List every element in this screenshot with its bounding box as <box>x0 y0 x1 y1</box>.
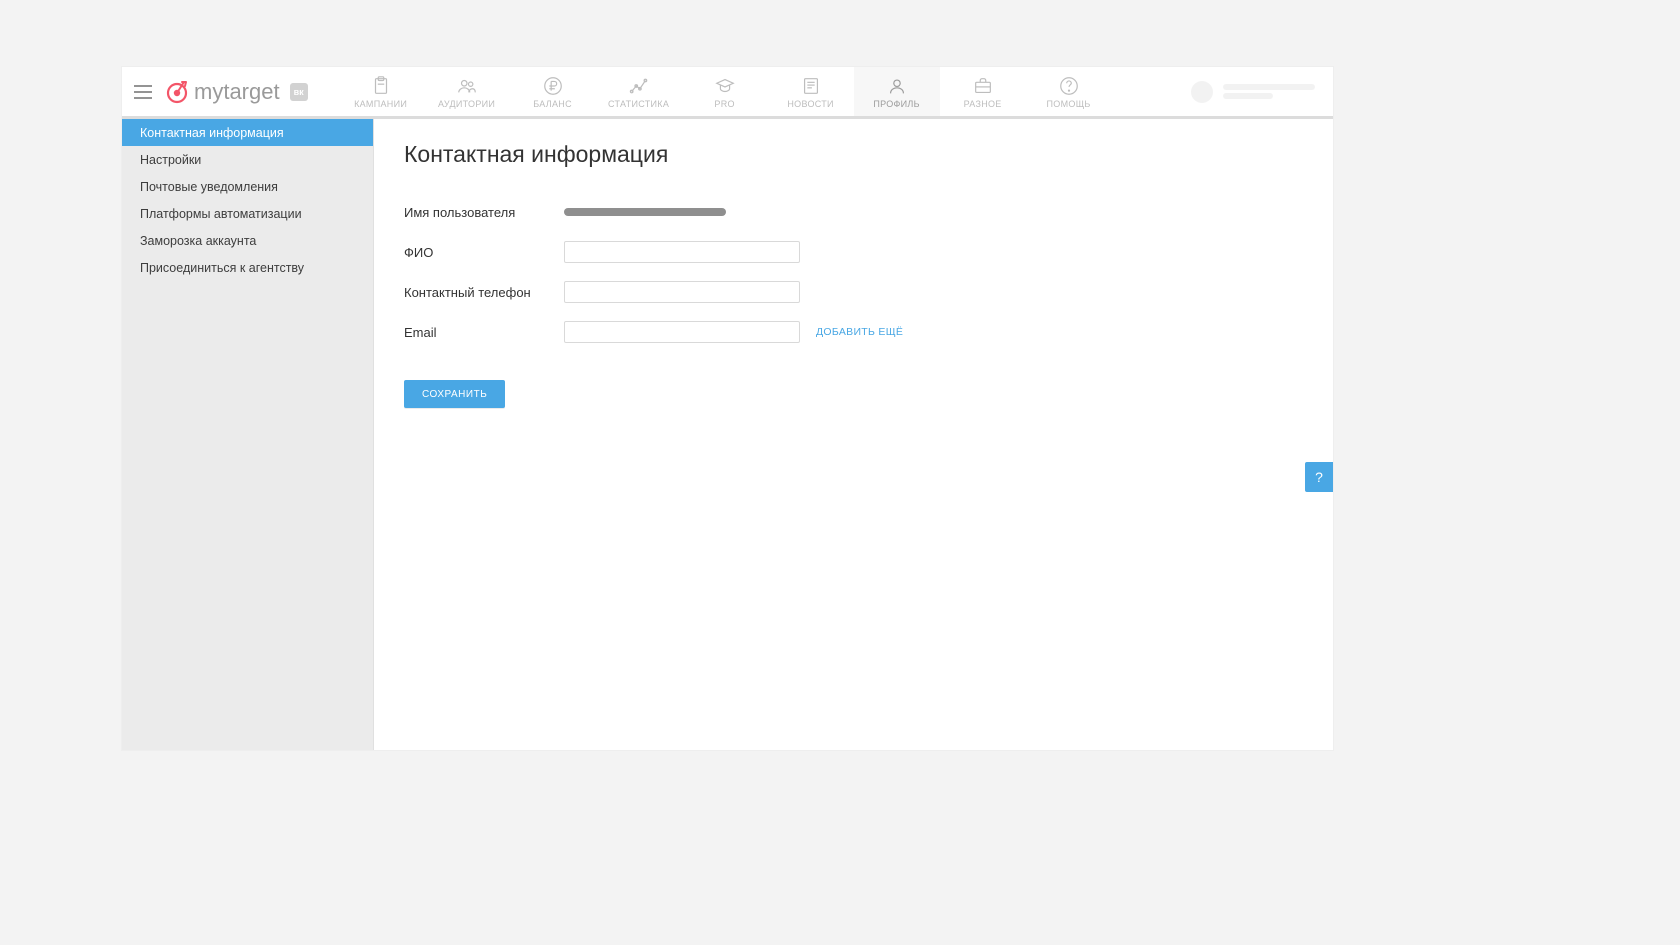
sidebar-item-automation-platforms[interactable]: Платформы автоматизации <box>122 200 373 227</box>
sidebar-item-join-agency[interactable]: Присоединиться к агентству <box>122 254 373 281</box>
row-email: Email ДОБАВИТЬ ЕЩЁ <box>404 312 1303 352</box>
phone-label: Контактный телефон <box>404 285 564 300</box>
username-label: Имя пользователя <box>404 205 564 220</box>
nav-misc[interactable]: РАЗНОЕ <box>940 67 1026 116</box>
sidebar-item-contact-info[interactable]: Контактная информация <box>122 119 373 146</box>
sidebar-item-label: Присоединиться к агентству <box>140 261 304 275</box>
fullname-label: ФИО <box>404 245 564 260</box>
sidebar-item-label: Почтовые уведомления <box>140 180 278 194</box>
email-input[interactable] <box>564 321 800 343</box>
header-left: mytarget вк <box>122 67 308 116</box>
sidebar-item-label: Платформы автоматизации <box>140 207 302 221</box>
target-icon <box>164 79 190 105</box>
help-icon <box>1058 75 1080 97</box>
graduation-icon <box>714 75 736 97</box>
app-window: mytarget вк КАМПАНИИ АУДИТОРИИ <box>122 67 1333 750</box>
nav-label: ПОМОЩЬ <box>1047 99 1091 109</box>
sidebar-item-label: Контактная информация <box>140 126 284 140</box>
ruble-icon <box>542 75 564 97</box>
email-label: Email <box>404 325 564 340</box>
sidebar-item-freeze-account[interactable]: Заморозка аккаунта <box>122 227 373 254</box>
page-title: Контактная информация <box>404 141 1303 168</box>
nav-label: АУДИТОРИИ <box>438 99 495 109</box>
nav-label: PRO <box>714 99 734 109</box>
user-menu[interactable] <box>1191 67 1333 116</box>
chart-icon <box>628 75 650 97</box>
username-value-redacted <box>564 208 726 216</box>
avatar <box>1191 81 1213 103</box>
nav-news[interactable]: НОВОСТИ <box>768 67 854 116</box>
clipboard-icon <box>370 75 392 97</box>
nav-profile[interactable]: ПРОФИЛЬ <box>854 67 940 116</box>
fullname-input[interactable] <box>564 241 800 263</box>
floating-help-button[interactable]: ? <box>1305 462 1333 492</box>
top-nav: КАМПАНИИ АУДИТОРИИ БАЛАНС СТАТИСТИКА <box>338 67 1112 116</box>
sidebar-item-label: Заморозка аккаунта <box>140 234 256 248</box>
row-username: Имя пользователя <box>404 192 1303 232</box>
nav-balance[interactable]: БАЛАНС <box>510 67 596 116</box>
hamburger-icon[interactable] <box>132 80 156 104</box>
add-more-email-link[interactable]: ДОБАВИТЬ ЕЩЁ <box>816 326 903 338</box>
nav-help[interactable]: ПОМОЩЬ <box>1026 67 1112 116</box>
nav-audiences[interactable]: АУДИТОРИИ <box>424 67 510 116</box>
profile-icon <box>886 75 908 97</box>
nav-statistics[interactable]: СТАТИСТИКА <box>596 67 682 116</box>
vk-badge: вк <box>290 83 308 101</box>
nav-label: НОВОСТИ <box>787 99 833 109</box>
nav-label: ПРОФИЛЬ <box>873 99 920 109</box>
top-header: mytarget вк КАМПАНИИ АУДИТОРИИ <box>122 67 1333 119</box>
app-body: Контактная информация Настройки Почтовые… <box>122 119 1333 750</box>
sidebar: Контактная информация Настройки Почтовые… <box>122 119 374 750</box>
row-fullname: ФИО <box>404 232 1303 272</box>
nav-label: СТАТИСТИКА <box>608 99 669 109</box>
nav-label: КАМПАНИИ <box>354 99 407 109</box>
main-content: Контактная информация Имя пользователя Ф… <box>374 119 1333 750</box>
phone-input[interactable] <box>564 281 800 303</box>
nav-label: РАЗНОЕ <box>964 99 1002 109</box>
sidebar-item-email-notifications[interactable]: Почтовые уведомления <box>122 173 373 200</box>
save-button[interactable]: СОХРАНИТЬ <box>404 380 505 408</box>
brand-name: mytarget <box>194 79 280 105</box>
nav-campaigns[interactable]: КАМПАНИИ <box>338 67 424 116</box>
row-phone: Контактный телефон <box>404 272 1303 312</box>
brand-logo[interactable]: mytarget вк <box>164 79 308 105</box>
user-name-placeholder <box>1223 81 1315 102</box>
briefcase-icon <box>972 75 994 97</box>
sidebar-item-settings[interactable]: Настройки <box>122 146 373 173</box>
newspaper-icon <box>800 75 822 97</box>
nav-pro[interactable]: PRO <box>682 67 768 116</box>
sidebar-item-label: Настройки <box>140 153 201 167</box>
users-icon <box>456 75 478 97</box>
nav-label: БАЛАНС <box>533 99 572 109</box>
